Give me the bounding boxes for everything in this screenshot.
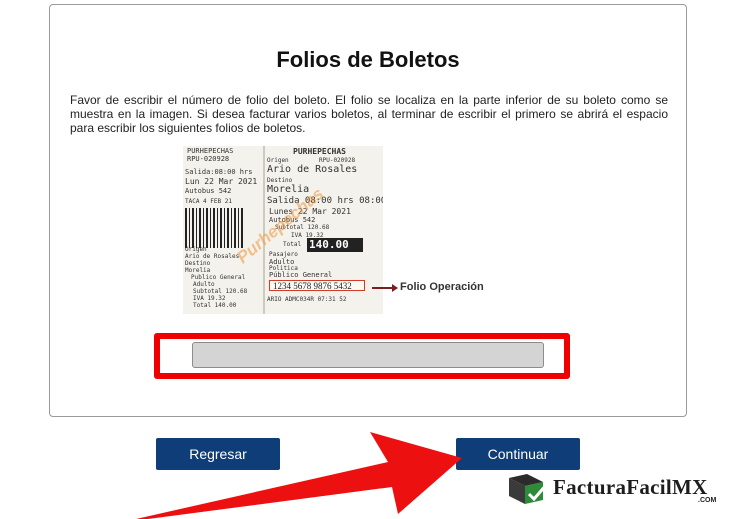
instructions-text: Favor de escribir el número de folio del… bbox=[70, 93, 668, 135]
page-title: Folios de Boletos bbox=[276, 47, 460, 72]
ticket-company-left: PURHEPECHAS bbox=[187, 147, 234, 155]
barcode-graphic bbox=[185, 208, 243, 248]
ticket-origen-left: Ario de Rosales bbox=[185, 253, 240, 260]
ticket-destino-label-right: Destino bbox=[267, 177, 293, 184]
folio-input[interactable] bbox=[192, 342, 544, 368]
ticket-tipo-right: Público General bbox=[269, 271, 333, 279]
ticket-salida-left: Salida:08:00 hrs bbox=[185, 168, 253, 176]
ticket-total-label-right: Total bbox=[283, 241, 302, 248]
ticket-origen-label-left: Origen bbox=[185, 246, 207, 253]
ticket-autobus-left: Autobus 542 bbox=[185, 187, 232, 195]
logo-mark-icon bbox=[509, 474, 549, 504]
folio-callout-arrow-icon bbox=[392, 284, 398, 292]
ticket-tipo-left: Publico General bbox=[191, 274, 246, 281]
ticket-subtotal-left: Subtotal 120.68 bbox=[193, 288, 248, 295]
continue-button[interactable]: Continuar bbox=[456, 438, 580, 470]
ticket-rpu-left: RPU-020928 bbox=[187, 155, 230, 163]
facturafacil-logo: FacturaFacilMX .COM bbox=[507, 470, 727, 510]
ticket-fecha-left: Lun 22 Mar 2021 bbox=[185, 177, 258, 186]
ticket-company-right: PURHEPECHAS bbox=[293, 147, 346, 156]
ticket-taca-left: TACA 4 FEB 21 bbox=[185, 198, 232, 205]
back-button[interactable]: Regresar bbox=[156, 438, 280, 470]
ticket-pasajero-label-right: Pasajero bbox=[269, 251, 298, 258]
logo-text: FacturaFacilMX bbox=[553, 475, 708, 499]
ticket-pasajero-left: Adulto bbox=[193, 281, 215, 288]
folio-callout-line bbox=[372, 287, 394, 289]
ticket-destino-left: Morelia bbox=[185, 267, 211, 274]
folio-callout-label: Folio Operación bbox=[400, 281, 484, 293]
ticket-folio-box: 1234 5678 9876 5432 bbox=[269, 280, 365, 291]
ticket-destino-label-left: Destino bbox=[185, 260, 211, 267]
ticket-origen-right: Ario de Rosales bbox=[267, 164, 358, 175]
logo-domain: .COM bbox=[698, 497, 717, 504]
ticket-total-left: Total 140.00 bbox=[193, 302, 237, 309]
ticket-origen-label-right: Origen bbox=[267, 157, 289, 164]
ticket-footer-right: ARIO ADMC034R 07:31 52 bbox=[267, 296, 347, 303]
ticket-total-right: 140.00 bbox=[309, 238, 349, 251]
ticket-rpu-right: RPU-020928 bbox=[319, 157, 356, 164]
ticket-iva-left: IVA 19.32 bbox=[193, 295, 226, 302]
ticket-example-image: PURHEPECHAS RPU-020928 Salida:08:00 hrs … bbox=[183, 146, 383, 314]
